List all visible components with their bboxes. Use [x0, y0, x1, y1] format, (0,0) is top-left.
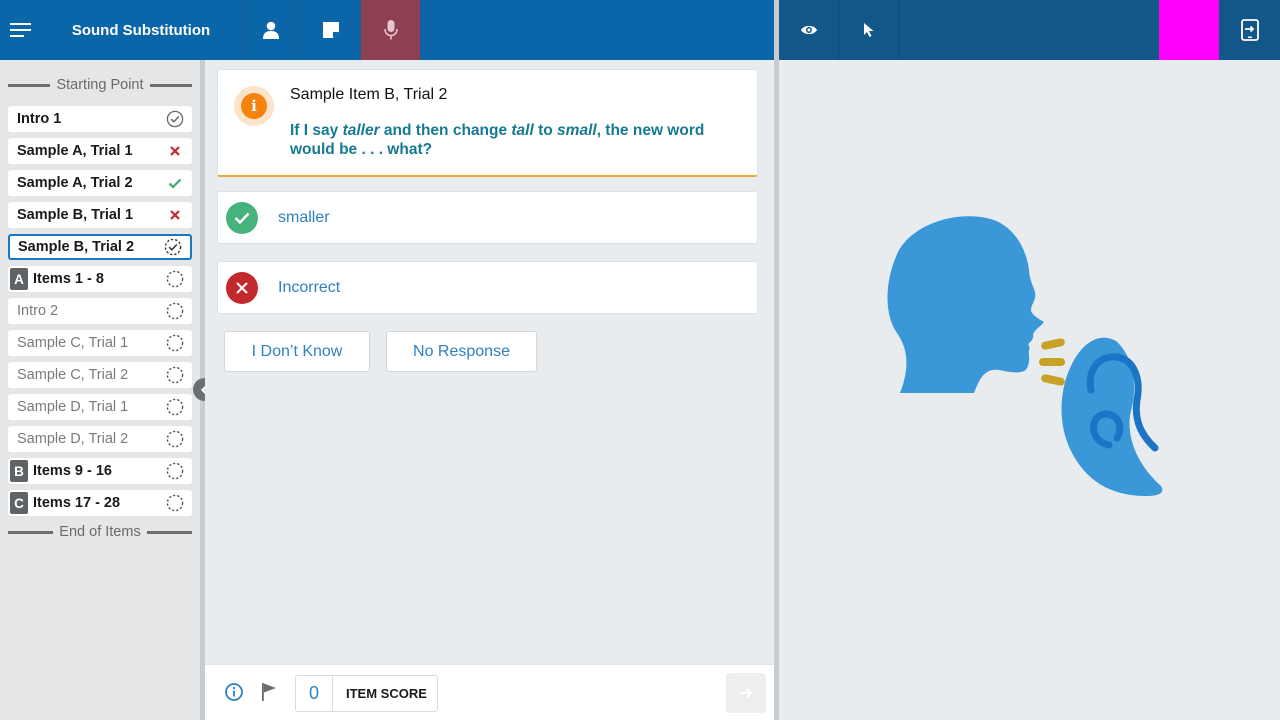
sidebar-item-label: Intro 2 [17, 303, 59, 319]
starting-point-separator: Starting Point [8, 75, 192, 95]
pending-circle-icon [166, 366, 184, 384]
sidebar-item-label: Sample D, Trial 1 [17, 399, 129, 415]
sidebar-item-label: Sample B, Trial 1 [17, 207, 134, 223]
sidebar-item-label: Sample A, Trial 2 [17, 175, 133, 191]
stimulus-pane [779, 60, 1280, 720]
no-response-button[interactable]: No Response [386, 331, 537, 372]
correct-answer-label: smaller [278, 208, 330, 226]
sidebar-item-label: Sample D, Trial 2 [17, 431, 129, 447]
x-mark-icon [166, 206, 184, 224]
item-footer: 0 ITEM SCORE [205, 664, 774, 720]
item-score-label: ITEM SCORE [346, 686, 427, 701]
incorrect-answer-label: Incorrect [278, 278, 341, 296]
sidebar-item[interactable]: Sample C, Trial 2 [8, 362, 192, 388]
sidebar-section-a[interactable]: A Items 1 - 8 [8, 266, 192, 292]
prompt-text: If I say taller and then change tall to … [290, 122, 705, 158]
sidebar-item-label: Sample B, Trial 2 [18, 239, 135, 255]
close-icon [226, 271, 258, 304]
check-icon [166, 174, 184, 192]
preview-button[interactable] [779, 0, 839, 60]
top-toolbar: Sound Substitution [0, 0, 774, 60]
pending-circle-icon [166, 398, 184, 416]
examinee-button[interactable] [241, 0, 301, 60]
pending-circle-icon [166, 430, 184, 448]
sidebar-item[interactable]: Sample B, Trial 2 [8, 234, 192, 260]
pending-circle-icon [166, 462, 184, 480]
stimulus-toolbar [779, 0, 1280, 60]
head-silhouette [887, 216, 1044, 393]
sidebar-item-label: Items 1 - 8 [33, 271, 104, 287]
sidebar-section-c[interactable]: C Items 17 - 28 [8, 490, 192, 516]
sidebar-item-label: Intro 1 [17, 111, 62, 127]
sidebar-item-label: Items 17 - 28 [33, 495, 121, 511]
sidebar-item[interactable]: Sample D, Trial 1 [8, 394, 192, 420]
sidebar-item[interactable]: Sample B, Trial 1 [8, 202, 192, 228]
sidebar-section-b[interactable]: B Items 9 - 16 [8, 458, 192, 484]
sidebar-item[interactable]: Sample C, Trial 1 [8, 330, 192, 356]
exit-stimulus-button[interactable] [1219, 0, 1280, 60]
sidebar-item-label: Sample C, Trial 1 [17, 335, 129, 351]
hamburger-icon [10, 23, 31, 37]
section-badge: A [10, 268, 28, 290]
item-score-value: 0 [296, 676, 333, 711]
next-item-button[interactable] [726, 673, 766, 713]
menu-button[interactable] [0, 0, 42, 60]
info-icon: i [234, 86, 274, 126]
arrow-right-icon [740, 687, 753, 699]
flag-icon[interactable] [259, 682, 279, 702]
eye-icon [800, 25, 817, 35]
sidebar-item[interactable]: Sample D, Trial 2 [8, 426, 192, 452]
pending-circle-icon [166, 494, 184, 512]
sidebar-item-label: Items 9 - 16 [33, 463, 112, 479]
sidebar-item-label: Sample A, Trial 1 [17, 143, 133, 159]
pending-circle-icon [166, 302, 184, 320]
sidebar-item[interactable]: Intro 1 [8, 106, 192, 132]
sidebar-item[interactable]: Intro 2 [8, 298, 192, 324]
check-icon [226, 201, 258, 234]
prompt-card: i Sample Item B, Trial 2 If I say taller… [217, 69, 758, 177]
in-progress-icon [164, 238, 182, 256]
incorrect-answer-button[interactable]: Incorrect [217, 261, 758, 314]
sidebar-item-label: Sample C, Trial 2 [17, 367, 129, 383]
speaking-head-and-ear-illustration [887, 216, 1163, 496]
exit-tablet-icon [1240, 19, 1259, 41]
end-of-items-separator: End of Items [8, 522, 192, 542]
notes-button[interactable] [301, 0, 361, 60]
color-marker [1159, 0, 1219, 60]
sound-lines [1039, 338, 1065, 386]
info-circle-icon[interactable] [224, 682, 244, 702]
pending-circle-icon [166, 334, 184, 352]
note-icon [322, 22, 339, 38]
pointer-button[interactable] [839, 0, 899, 60]
record-audio-button[interactable] [361, 0, 421, 60]
x-mark-icon [166, 142, 184, 160]
dont-know-button[interactable]: I Don’t Know [224, 331, 370, 372]
app-title: Sound Substitution [42, 0, 241, 60]
item-panel: i Sample Item B, Trial 2 If I say taller… [205, 60, 774, 664]
checkmark-circle-icon [166, 110, 184, 128]
section-badge: B [10, 460, 28, 482]
correct-answer-button[interactable]: smaller [217, 191, 758, 244]
item-score: 0 ITEM SCORE [295, 675, 438, 712]
sidebar-item[interactable]: Sample A, Trial 1 [8, 138, 192, 164]
section-badge: C [10, 492, 28, 514]
pending-circle-icon [166, 270, 184, 288]
item-title: Sample Item B, Trial 2 [290, 86, 448, 103]
microphone-icon [383, 20, 398, 40]
person-icon [262, 21, 279, 39]
sidebar-item[interactable]: Sample A, Trial 2 [8, 170, 192, 196]
cursor-icon [863, 23, 873, 37]
